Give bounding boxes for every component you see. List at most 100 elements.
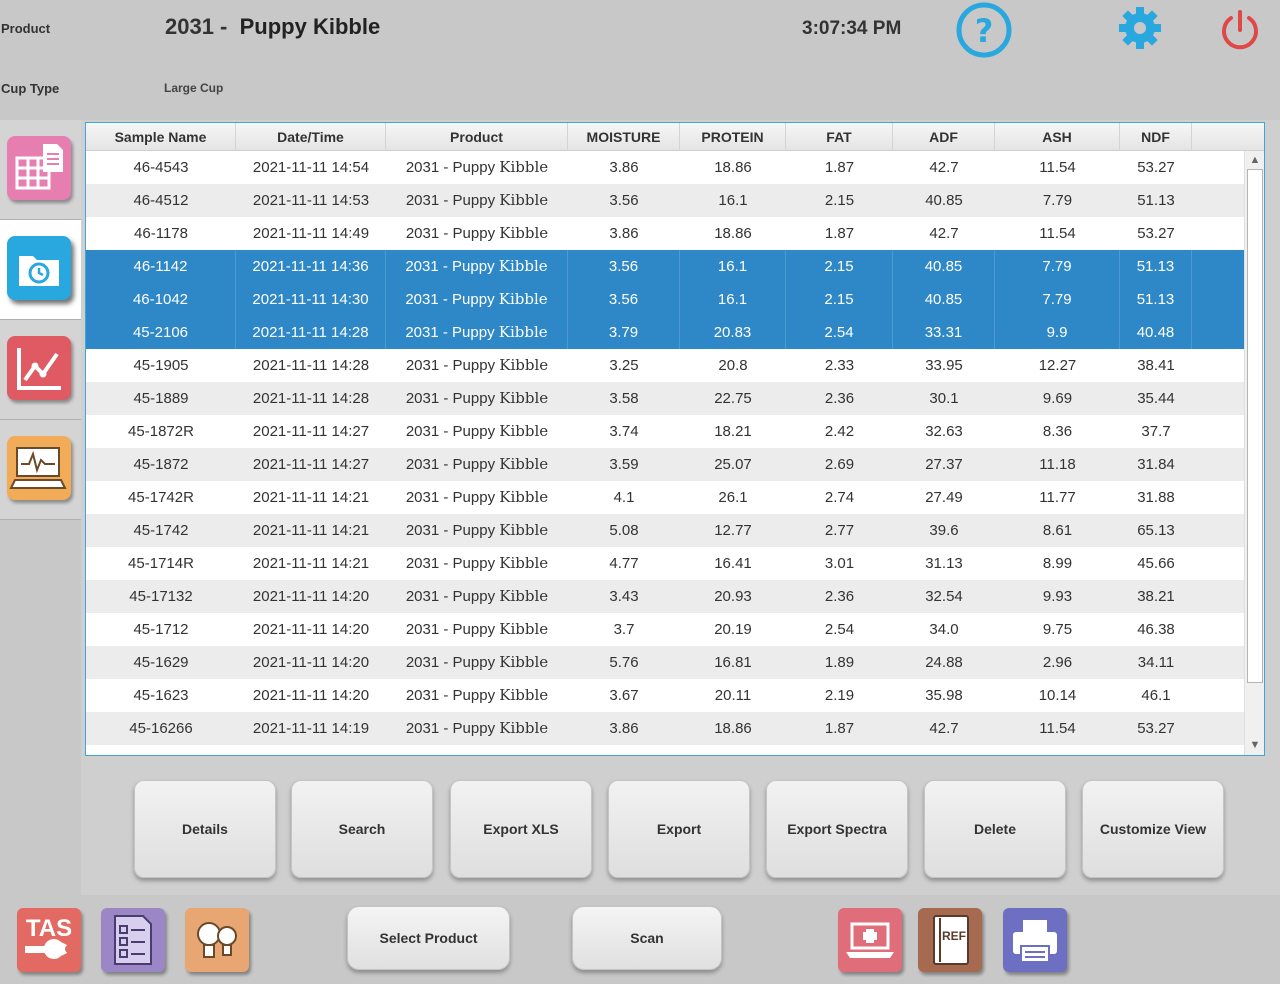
col-date-time-header[interactable]: Date/Time: [236, 123, 386, 151]
clock: 3:07:34 PM: [802, 18, 902, 39]
checklist-icon[interactable]: [101, 908, 165, 972]
cell-sample-name: 45-1742R: [128, 489, 194, 506]
details-button[interactable]: Details: [134, 780, 276, 878]
col-ndf-header[interactable]: NDF: [1120, 123, 1192, 151]
cell-product: 2031 - Puppy Kibble: [386, 316, 568, 349]
monitor-scan-icon[interactable]: [7, 436, 71, 500]
customize-view-button[interactable]: Customize View: [1082, 780, 1224, 878]
table-row[interactable]: 46-4512 2021-11-11 14:53 2031 - Puppy Kibb…: [86, 184, 1244, 217]
cell-protein: 16.81: [714, 654, 752, 671]
reference-book-icon[interactable]: REF: [918, 908, 982, 972]
delete-button[interactable]: Delete: [924, 780, 1066, 878]
cell-protein: 16.1: [680, 283, 786, 316]
cell-fat: 1.87: [824, 159, 855, 176]
table-row[interactable]: 45-1714R 2021-11-11 14:21 2031 - Puppy Kib…: [86, 547, 1244, 580]
cell-ndf: 51.13: [1120, 250, 1192, 283]
scroll-thumb[interactable]: [1247, 169, 1263, 683]
tas-tools-icon[interactable]: TAS: [17, 908, 81, 972]
cell-fat: 2.36: [824, 588, 855, 605]
sidebar-item-spreadsheet[interactable]: [0, 120, 81, 220]
table-row[interactable]: 45-1889 2021-11-11 14:28 2031 - Puppy Kibb…: [86, 382, 1244, 415]
spreadsheet-icon[interactable]: [7, 136, 71, 200]
cell-sample-name: 45-1629: [133, 654, 189, 671]
scroll-down-arrow-icon[interactable]: ▼: [1245, 737, 1264, 753]
cell-adf: 30.1: [929, 390, 959, 407]
cell-product-prefix: 2031 - Puppy: [405, 357, 500, 374]
table-row[interactable]: 45-16266 2021-11-11 14:19 2031 - Puppy Kib…: [86, 712, 1244, 745]
table-row[interactable]: 45-1905 2021-11-11 14:28 2031 - Puppy Kibb…: [86, 349, 1244, 382]
cell-product: 2031 - Puppy Kibble: [386, 250, 568, 283]
cell-adf: 39.6: [929, 522, 959, 539]
cell-ndf: 53.27: [1137, 225, 1175, 242]
table-row[interactable]: 45-1742R 2021-11-11 14:21 2031 - Puppy Kib…: [86, 481, 1244, 514]
cell-sample-name: 45-1889: [133, 390, 189, 407]
sidebar-item-chart[interactable]: [0, 320, 81, 420]
cell-moisture: 3.7: [613, 621, 635, 638]
cell-protein: 26.1: [718, 489, 748, 506]
table-row[interactable]: 45-1629 2021-11-11 14:20 2031 - Puppy Kibb…: [86, 646, 1244, 679]
cell-ndf: 31.84: [1137, 456, 1175, 473]
scroll-up-arrow-icon[interactable]: ▲: [1245, 152, 1264, 168]
sidebar-item-history[interactable]: [0, 220, 81, 320]
table-row[interactable]: 45-17132 2021-11-11 14:20 2031 - Puppy Kib…: [86, 580, 1244, 613]
cell-product-suffix: Kibble: [498, 257, 548, 275]
line-chart-icon[interactable]: [7, 336, 71, 400]
cell-date-time: 2021-11-11 14:54: [252, 159, 370, 176]
table-row[interactable]: 45-2106 2021-11-11 14:28 2031 - Puppy Kibb…: [86, 316, 1244, 349]
col-moisture-header[interactable]: MOISTURE: [568, 123, 680, 151]
table-row[interactable]: 46-1042 2021-11-11 14:30 2031 - Puppy Kibb…: [86, 283, 1244, 316]
header-bar: Product 2031 - Puppy Kibble 3:07:34 PM ?: [0, 0, 1280, 120]
cell-adf: 32.63: [925, 423, 963, 440]
col-protein-header[interactable]: PROTEIN: [680, 123, 786, 151]
cell-moisture: 3.25: [609, 357, 639, 374]
cell-adf: 33.31: [893, 316, 995, 349]
cell-sample-name: 45-1905: [133, 357, 189, 374]
cell-ndf: 38.41: [1137, 357, 1175, 374]
tas-label: TAS: [26, 915, 72, 942]
select-product-button[interactable]: Select Product: [347, 906, 510, 970]
table-row[interactable]: 45-1623 2021-11-11 14:20 2031 - Puppy Kibb…: [86, 679, 1244, 712]
power-icon[interactable]: [1216, 6, 1264, 54]
cell-product-suffix: Kibble: [499, 224, 549, 242]
cell-product: 2031 - Puppy Kibble: [386, 151, 568, 184]
history-folder-icon[interactable]: [7, 236, 71, 300]
cell-protein: 22.75: [714, 390, 752, 407]
col-product-header[interactable]: Product: [386, 123, 568, 151]
table-row[interactable]: 46-1142 2021-11-11 14:36 2031 - Puppy Kibb…: [86, 250, 1244, 283]
table-row[interactable]: 46-4543 2021-11-11 14:54 2031 - Puppy Kibb…: [86, 151, 1244, 184]
export-spectra-button[interactable]: Export Spectra: [766, 780, 908, 878]
col-fat-header[interactable]: FAT: [786, 123, 893, 151]
export-button[interactable]: Export: [608, 780, 750, 878]
cell-product: 2031 - Puppy Kibble: [386, 415, 568, 448]
export-xls-button[interactable]: Export XLS: [450, 780, 592, 878]
cell-fat: 3.01: [824, 555, 855, 572]
scan-button[interactable]: Scan: [572, 906, 722, 970]
lightbulb-icon[interactable]: [185, 908, 249, 972]
cell-sample-name: 46-4512: [133, 192, 189, 209]
table-row[interactable]: 46-1178 2021-11-11 14:49 2031 - Puppy Kibb…: [86, 217, 1244, 250]
table-row[interactable]: 45-1872 2021-11-11 14:27 2031 - Puppy Kibb…: [86, 448, 1244, 481]
cell-product-prefix: 2031 - Puppy: [405, 720, 500, 737]
vertical-scrollbar[interactable]: ▲ ▼: [1244, 151, 1264, 755]
cell-moisture: 3.86: [609, 225, 639, 242]
col-ash-header[interactable]: ASH: [995, 123, 1120, 151]
cell-date-time: 2021-11-11 14:36: [236, 250, 386, 283]
cell-product: 2031 - Puppy Kibble: [386, 514, 568, 547]
table-row[interactable]: 45-1712 2021-11-11 14:20 2031 - Puppy Kibb…: [86, 613, 1244, 646]
cell-product-suffix: Kibble: [499, 422, 549, 440]
cell-sample-name: 46-1178: [134, 225, 188, 242]
cell-fat: 2.54: [786, 316, 893, 349]
gear-icon[interactable]: [1114, 4, 1166, 52]
col-adf-header[interactable]: ADF: [893, 123, 995, 151]
table-row[interactable]: 45-1742 2021-11-11 14:21 2031 - Puppy Kibb…: [86, 514, 1244, 547]
cell-moisture: 3.67: [609, 687, 639, 704]
laptop-medical-icon[interactable]: [838, 908, 902, 972]
cell-product-prefix: 2031 - Puppy: [405, 258, 499, 275]
search-button[interactable]: Search: [291, 780, 433, 878]
sidebar-item-monitor[interactable]: [0, 420, 81, 520]
printer-icon[interactable]: [1003, 908, 1067, 972]
table-row[interactable]: 45-1872R 2021-11-11 14:27 2031 - Puppy Kib…: [86, 415, 1244, 448]
col-sample-name-header[interactable]: Sample Name: [86, 123, 236, 151]
help-icon[interactable]: ?: [956, 2, 1012, 58]
cell-adf: 34.0: [929, 621, 959, 638]
